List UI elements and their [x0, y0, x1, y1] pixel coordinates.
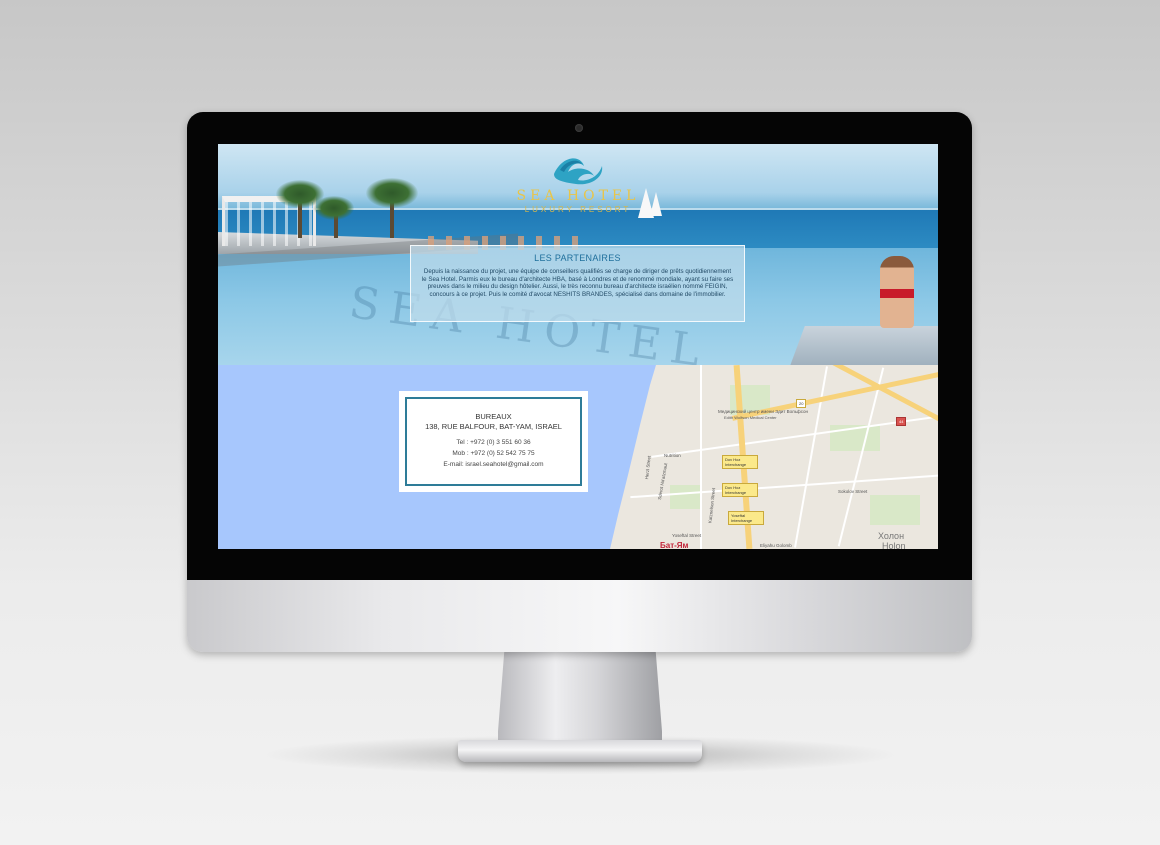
website-screen: SEA HOTEL SEA HOTEL LUXURY RESORT LES PA… — [218, 144, 938, 549]
map-city-holon: Holon — [882, 541, 906, 549]
contact-section: Медицинский центр имени Эдит Вольфсон Ed… — [218, 365, 938, 549]
diving-platform — [790, 326, 938, 365]
contact-address: 138, RUE BALFOUR, BAT-YAM, ISRAEL — [425, 422, 562, 431]
map-city-holon-ru: Холон — [878, 531, 905, 541]
map-street — [651, 414, 938, 458]
contact-mobile[interactable]: Mob : +972 (0) 52 542 75 75 — [407, 448, 580, 459]
partners-text: Depuis la naissance du projet, une équip… — [421, 268, 734, 298]
map-label-medical: Медицинский центр имени Эдит Вольфсон — [718, 409, 809, 414]
camera-icon — [575, 124, 583, 132]
brand-name: SEA HOTEL — [516, 188, 640, 204]
monitor-chin — [187, 580, 972, 652]
sailboat-icon — [650, 192, 662, 216]
brand-logo[interactable]: SEA HOTEL LUXURY RESORT — [508, 152, 648, 230]
contact-tel[interactable]: Tel : +972 (0) 3 551 60 36 — [407, 437, 580, 448]
map-label-herzl: Herzl Street — [644, 455, 652, 480]
map-street — [794, 366, 828, 548]
contact-title: BUREAUX — [475, 412, 512, 421]
map-label-yoseftal-street: Yoseftal Street — [672, 533, 702, 538]
monitor-bezel: SEA HOTEL SEA HOTEL LUXURY RESORT LES PA… — [187, 112, 972, 580]
map-route-20: 20 — [796, 399, 807, 408]
monitor-stand-base — [458, 740, 702, 762]
hero-banner: SEA HOTEL SEA HOTEL LUXURY RESORT LES PA… — [218, 144, 938, 365]
location-map[interactable]: Медицинский центр имени Эдит Вольфсон Ed… — [610, 365, 938, 549]
swimmer-woman — [880, 256, 914, 328]
contact-email[interactable]: E-mail: israel.seahotel@gmail.com — [407, 459, 580, 470]
wave-logo-icon — [554, 158, 603, 185]
monitor-stand — [498, 648, 662, 746]
map-label-eliyahu: Eliyahu Golomb — [760, 543, 792, 548]
partners-panel: LES PARTENAIRES Depuis la naissance du p… — [410, 245, 745, 322]
map-park — [670, 485, 700, 509]
partners-title: LES PARTENAIRES — [534, 253, 621, 263]
map-label-medical-en: Edith Wolfson Medical Center — [724, 415, 777, 420]
map-park — [870, 495, 920, 525]
map-label-sokolov: Sokolov Street — [838, 489, 868, 494]
map-label-katznelson: Katznelson Street — [707, 487, 717, 524]
map-badge-yoseftal: Yoseftal Interchange — [728, 511, 764, 525]
map-city-bat-yam: Бат-Ям — [660, 541, 689, 549]
palm-leaves — [366, 178, 418, 208]
contact-card: BUREAUX 138, RUE BALFOUR, BAT-YAM, ISRAE… — [399, 391, 588, 492]
map-badge-dov-hoz: Dov Hoz Interchange — [722, 455, 758, 469]
palm-leaves — [314, 196, 354, 220]
map-route-44: 44 — [896, 417, 907, 426]
map-badge-dov-hoz: Dov Hoz Interchange — [722, 483, 758, 497]
contact-card-frame: BUREAUX 138, RUE BALFOUR, BAT-YAM, ISRAE… — [405, 397, 582, 486]
imac-monitor: SEA HOTEL SEA HOTEL LUXURY RESORT LES PA… — [187, 112, 972, 652]
brand-tagline: LUXURY RESORT — [524, 205, 632, 214]
map-label-nutrition: Nutrition — [664, 453, 681, 458]
map-street — [700, 365, 702, 549]
